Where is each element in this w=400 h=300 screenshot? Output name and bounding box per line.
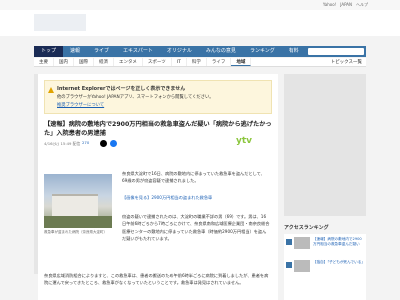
notice-title: Internet Explorerではページを正しく表示できません [57,86,186,92]
cat-local[interactable]: 地域 [231,58,252,66]
category-nav: 主要 国内 国際 経済 エンタメ スポーツ IT 科学 ライフ 地域 トピックス… [34,58,366,67]
cat-sports[interactable]: スポーツ [143,58,172,66]
nav-ranking[interactable]: ランキング [243,46,282,57]
ranking-item[interactable]: 【独自】「子どもが死んでいる」 [286,260,365,278]
rank-number-badge [286,239,292,245]
browser-notice: Internet Explorerではページを正しく表示できません 他のブラウザ… [44,80,272,114]
warning-icon [48,87,54,93]
sidebar-ad [284,74,366,216]
comment-count[interactable]: 270 [82,140,89,145]
cat-world[interactable]: 国際 [74,58,94,66]
article-main: Internet Explorerではページを正しく表示できません 他のブラウザ… [38,74,278,300]
photo-caption: 救急車が盗まれた病院（奈良県大淀町） [44,230,107,234]
nav-top[interactable]: トップ [34,46,64,57]
photo-trees [44,216,112,228]
top-links: Yahoo! JAPAN ヘルプ [323,2,368,8]
ranking-text: 【速報】病院の敷地内で2900万円相当の救急車盗んだ疑い [313,237,362,246]
top-link-yahoo[interactable]: Yahoo! [323,2,336,8]
x-share-icon[interactable] [100,140,107,147]
related-image-link[interactable]: 【画像を見る】2900万円相当の盗まれた救急車 [122,195,212,201]
nav-live[interactable]: ライブ [87,46,116,57]
nav-opinions[interactable]: みんなの意見 [199,46,243,57]
cat-science[interactable]: 科学 [187,58,207,66]
notice-text: 他のブラウザーかYahoo! JAPANアプリ、スマートフォンから閲覧してくださ… [57,95,214,100]
topics-list-link[interactable]: トピックス一覧 [331,58,366,66]
facebook-share-icon[interactable] [110,140,117,147]
nav-original[interactable]: オリジナル [160,46,199,57]
nav-paid[interactable]: 有料 [282,46,306,57]
top-strip: Yahoo! JAPAN ヘルプ [0,0,400,10]
cat-main[interactable]: 主要 [34,58,54,66]
article-paragraph-3: 奈良県広域消防組合によりますと、この救急車は、患者の搬送のため午前6時半ごろに病… [44,273,269,286]
ranking-text: 【独自】「子どもが死んでいる」 [313,260,365,264]
cat-it[interactable]: IT [172,58,187,66]
ranking-list: 【速報】病院の敷地内で2900万円相当の救急車盗んだ疑い 【独自】「子どもが死ん… [284,234,366,300]
main-nav: トップ 速報 ライブ エキスパート オリジナル みんなの意見 ランキング 有料 [34,46,366,57]
ranking-thumbnail [294,237,310,249]
rank-number-badge [286,262,292,268]
nav-expert[interactable]: エキスパート [116,46,160,57]
article-photo[interactable] [44,174,112,228]
cat-economy[interactable]: 経済 [94,58,114,66]
top-link-help[interactable]: ヘルプ [356,2,368,8]
sidebar: アクセスランキング 【速報】病院の敷地内で2900万円相当の救急車盗んだ疑い 【… [284,74,366,300]
article-paragraph-1: 奈良県大淀町で16日、病院の敷地内に停まっていた救急車を盗んだとして、69歳の男… [122,171,265,184]
publisher-logo[interactable]: ytv [236,136,252,146]
site-logo[interactable] [34,14,86,31]
photo-building [52,194,98,216]
top-link-japan[interactable]: JAPAN [340,2,352,8]
ranking-title: アクセスランキング [284,225,329,231]
cat-entertainment[interactable]: エンタメ [114,58,143,66]
cat-life[interactable]: ライフ [207,58,232,66]
ranking-item[interactable]: 【速報】病院の敷地内で2900万円相当の救急車盗んだ疑い [286,237,364,255]
article-meta: 4/16(火) 15:49 配信 [44,141,81,146]
recommended-browser-link[interactable]: 推奨ブラウザーについて [57,102,104,108]
cat-domestic[interactable]: 国内 [54,58,74,66]
nav-breaking[interactable]: 速報 [63,46,87,57]
search-input[interactable] [308,48,364,55]
site-header [0,10,400,36]
ranking-thumbnail [294,260,310,272]
article-paragraph-2: 窃盗の疑いで逮捕されたのは、大淀町の職業不詳の男（69）です。男は、16日午前6… [122,214,270,241]
